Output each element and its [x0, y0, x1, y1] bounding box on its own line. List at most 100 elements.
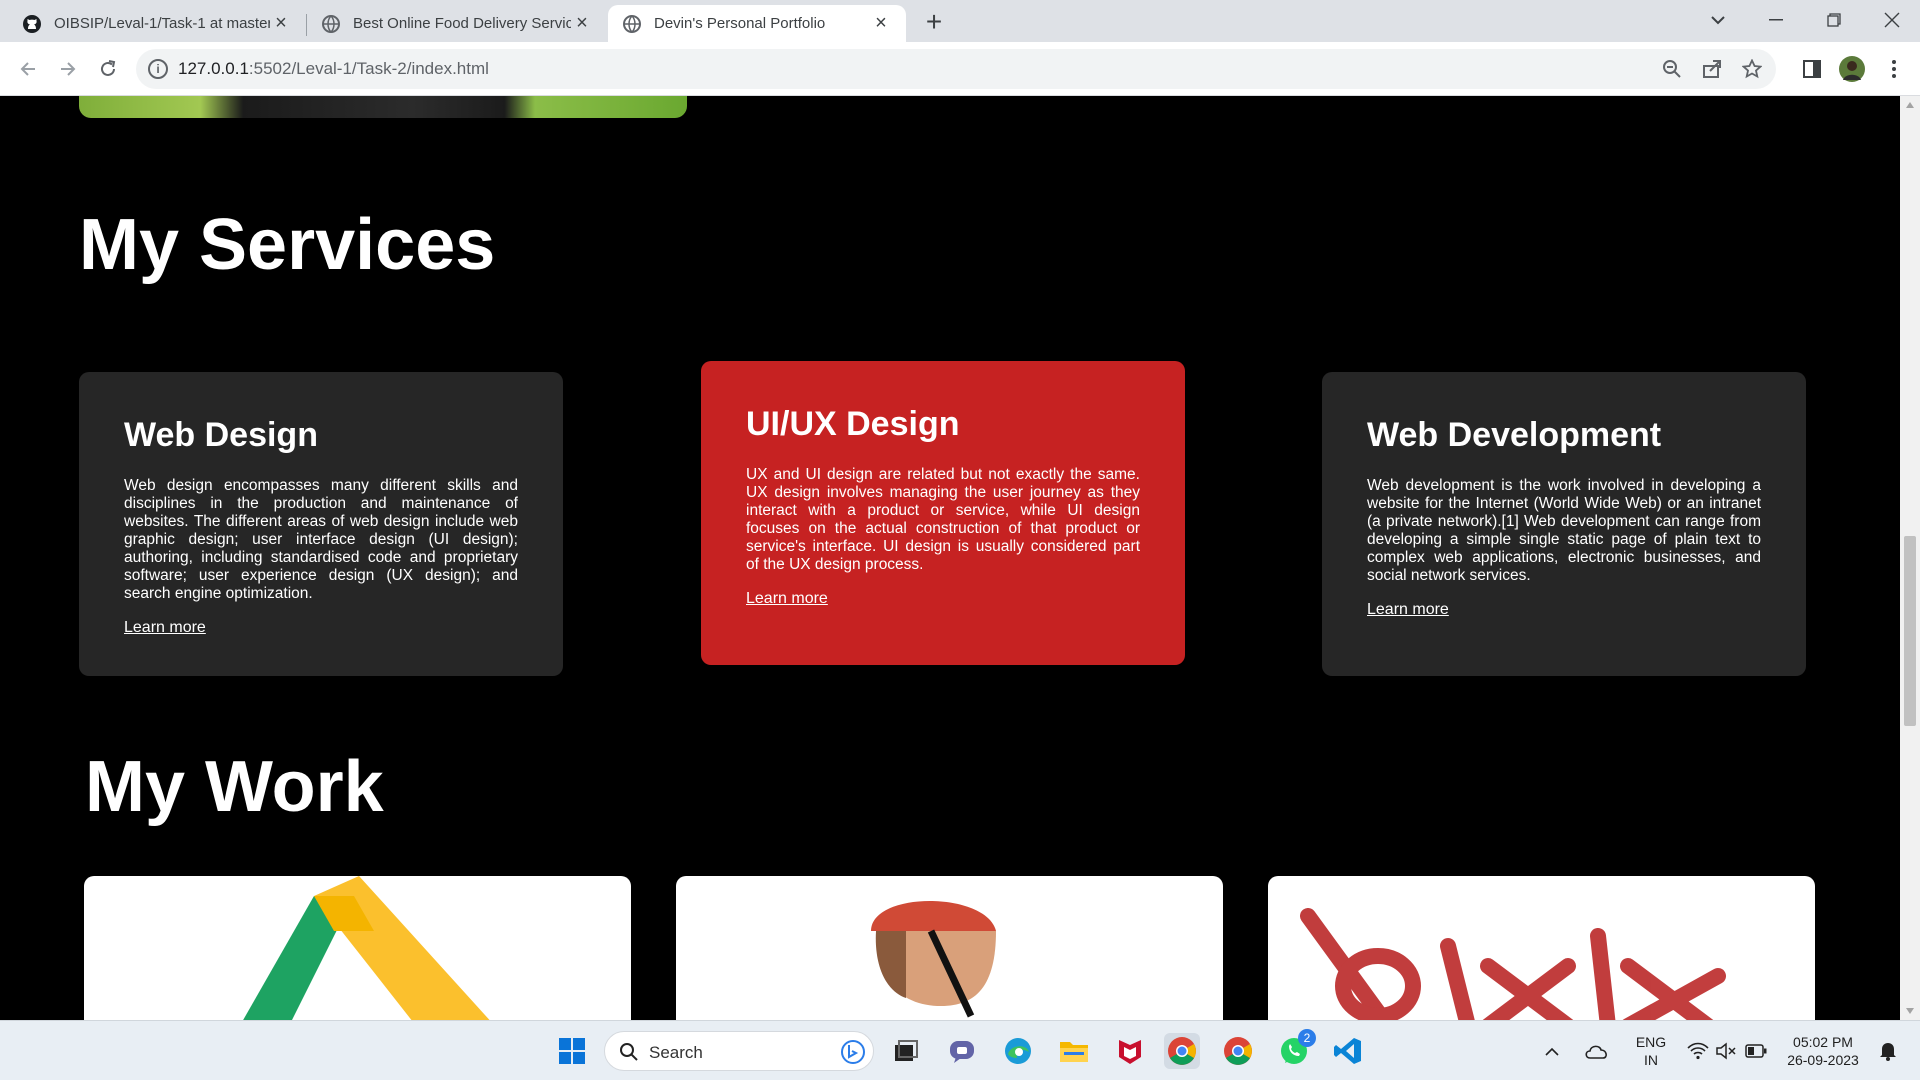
file-explorer-button[interactable]	[1056, 1033, 1092, 1069]
wifi-button[interactable]	[1684, 1033, 1712, 1069]
task-view-icon	[895, 1040, 918, 1061]
service-card-title: UI/UX Design	[746, 405, 960, 443]
tab-food-delivery[interactable]: Best Online Food Delivery Servic ×	[307, 5, 607, 42]
info-icon[interactable]: i	[148, 59, 168, 79]
arrow-left-icon	[20, 62, 35, 76]
chevron-down-icon	[1711, 16, 1725, 25]
search-placeholder: Search	[649, 1043, 703, 1062]
service-card-web-development: Web Development Web development is the w…	[1322, 372, 1806, 676]
page-scrollbar[interactable]	[1900, 96, 1920, 1020]
github-icon	[23, 14, 41, 33]
google-ads-logo	[243, 876, 490, 1020]
task-view-button[interactable]	[888, 1033, 924, 1069]
close-icon[interactable]: ×	[270, 12, 292, 35]
olx-logo	[1300, 908, 1726, 1020]
close-icon[interactable]: ×	[870, 12, 892, 35]
volume-muted-icon	[1716, 1042, 1736, 1060]
minimize-icon	[1769, 19, 1783, 21]
work-card-google-ads[interactable]	[84, 876, 631, 1020]
restore-button[interactable]	[1806, 0, 1862, 40]
chevron-up-icon	[1545, 1047, 1559, 1056]
more-vertical-icon	[1892, 60, 1896, 78]
vscode-button[interactable]	[1330, 1033, 1366, 1069]
chrome-profile-button[interactable]	[1220, 1033, 1256, 1069]
notification-badge: 2	[1298, 1029, 1316, 1047]
zoom-out-icon[interactable]	[1662, 59, 1682, 79]
work-card-olx[interactable]	[1268, 876, 1815, 1020]
edge-button[interactable]	[1000, 1033, 1036, 1069]
notification-bell-icon	[1880, 1043, 1896, 1061]
tab-github[interactable]: OIBSIP/Leval-1/Task-1 at master ×	[8, 5, 306, 42]
cloud-icon	[1585, 1045, 1607, 1059]
minimize-button[interactable]	[1748, 0, 1804, 40]
bookmark-star-icon[interactable]	[1742, 59, 1762, 79]
tab-portfolio[interactable]: Devin's Personal Portfolio ×	[608, 5, 906, 42]
globe-icon	[322, 14, 340, 33]
browser-menu-button[interactable]	[1880, 55, 1908, 83]
delivery-person-illustration	[871, 901, 996, 1018]
notifications-button[interactable]	[1874, 1033, 1902, 1069]
service-card-web-design: Web Design Web design encompasses many d…	[79, 372, 563, 676]
scrollbar-thumb[interactable]	[1904, 536, 1916, 726]
edge-icon	[1005, 1038, 1031, 1064]
back-button[interactable]	[12, 53, 44, 85]
windows-taskbar: Search 2 ENG IN 05:02 PM 26-09-2023	[0, 1020, 1920, 1080]
onedrive-button[interactable]	[1582, 1033, 1612, 1069]
windows-start-icon	[559, 1038, 585, 1064]
learn-more-link[interactable]: Learn more	[746, 590, 828, 608]
avatar	[1839, 56, 1865, 82]
url-text: 127.0.0.1:5502/Leval-1/Task-2/index.html	[178, 59, 489, 79]
service-card-ui-ux-design: UI/UX Design UX and UI design are relate…	[701, 361, 1185, 665]
teams-chat-button[interactable]	[944, 1033, 980, 1069]
close-icon[interactable]: ×	[571, 12, 593, 35]
clock[interactable]: 05:02 PM 26-09-2023	[1776, 1033, 1870, 1069]
tab-search-button[interactable]	[1690, 0, 1746, 40]
address-bar[interactable]: i 127.0.0.1:5502/Leval-1/Task-2/index.ht…	[136, 49, 1776, 89]
tab-title: Best Online Food Delivery Servic	[353, 15, 571, 32]
search-icon	[620, 1043, 638, 1061]
chat-icon	[950, 1041, 974, 1063]
service-card-text: UX and UI design are related but not exa…	[746, 466, 1140, 573]
scroll-down-arrow[interactable]	[1906, 1008, 1914, 1014]
show-hidden-icons-button[interactable]	[1540, 1033, 1564, 1069]
scroll-up-arrow[interactable]	[1906, 102, 1914, 108]
reload-icon	[101, 60, 116, 76]
side-panel-button[interactable]	[1798, 55, 1826, 83]
volume-button[interactable]	[1712, 1033, 1740, 1069]
chrome-icon	[1224, 1037, 1252, 1065]
work-card-food-delivery[interactable]	[676, 876, 1223, 1020]
restore-icon	[1827, 13, 1841, 27]
wifi-icon	[1687, 1042, 1709, 1060]
tab-title: OIBSIP/Leval-1/Task-1 at master	[54, 15, 270, 32]
clock-date: 26-09-2023	[1787, 1052, 1859, 1068]
whatsapp-button[interactable]: 2	[1276, 1029, 1316, 1069]
forward-button[interactable]	[52, 53, 84, 85]
learn-more-link[interactable]: Learn more	[1367, 601, 1449, 619]
service-card-text: Web design encompasses many different sk…	[124, 477, 518, 602]
vscode-icon	[1334, 1038, 1361, 1064]
page-viewport: My Services Web Design Web design encomp…	[0, 96, 1900, 1020]
side-panel-icon	[1803, 60, 1821, 78]
profile-button[interactable]	[1838, 55, 1866, 83]
language-code: ENG	[1635, 1034, 1667, 1050]
mcafee-button[interactable]	[1112, 1033, 1148, 1069]
chrome-button-active[interactable]	[1164, 1033, 1200, 1069]
service-card-title: Web Development	[1367, 416, 1662, 454]
taskbar-search-box[interactable]: Search	[604, 1031, 874, 1071]
share-icon[interactable]	[1702, 59, 1722, 79]
clock-time: 05:02 PM	[1793, 1034, 1853, 1050]
start-button[interactable]	[554, 1033, 590, 1069]
service-card-text: Web development is the work involved in …	[1367, 477, 1761, 584]
arrow-right-icon	[61, 62, 76, 76]
reload-button[interactable]	[92, 53, 124, 85]
close-window-button[interactable]	[1864, 0, 1920, 40]
region-code: IN	[1644, 1052, 1658, 1068]
new-tab-button[interactable]: +	[918, 6, 950, 38]
learn-more-link[interactable]: Learn more	[124, 619, 206, 637]
close-icon	[1884, 12, 1900, 28]
bing-icon	[841, 1040, 865, 1064]
browser-tab-strip: OIBSIP/Leval-1/Task-1 at master × Best O…	[0, 0, 1920, 42]
battery-button[interactable]	[1742, 1033, 1770, 1069]
language-indicator[interactable]: ENG IN	[1626, 1033, 1676, 1069]
globe-icon	[623, 14, 641, 33]
